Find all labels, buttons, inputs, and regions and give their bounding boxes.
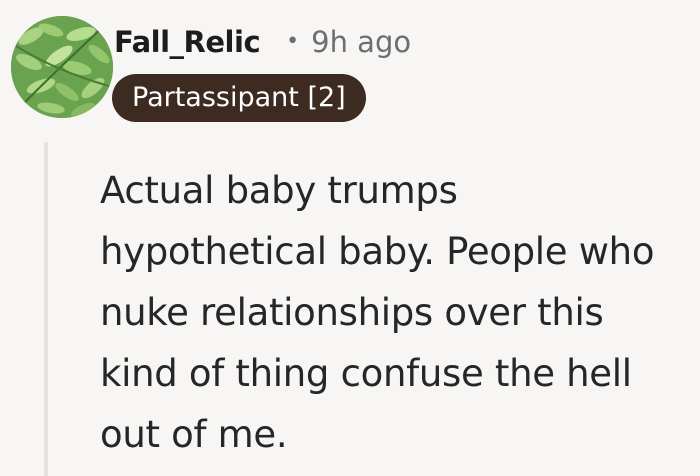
fern-avatar-image xyxy=(11,16,113,118)
user-flair-badge: Partassipant [2] xyxy=(112,74,366,122)
comment-body: Actual baby trumps hypothetical baby. Pe… xyxy=(100,169,655,456)
thread-collapse-line[interactable] xyxy=(44,142,48,476)
comment-timestamp[interactable]: 9h ago xyxy=(311,25,411,59)
meta-separator: • xyxy=(286,29,300,54)
user-avatar[interactable] xyxy=(11,16,113,118)
comment-header: Fall_Relic • 9h ago xyxy=(114,20,411,64)
comment: Fall_Relic • 9h ago Partassipant [2] Act… xyxy=(0,0,700,476)
username-link[interactable]: Fall_Relic xyxy=(114,25,261,59)
